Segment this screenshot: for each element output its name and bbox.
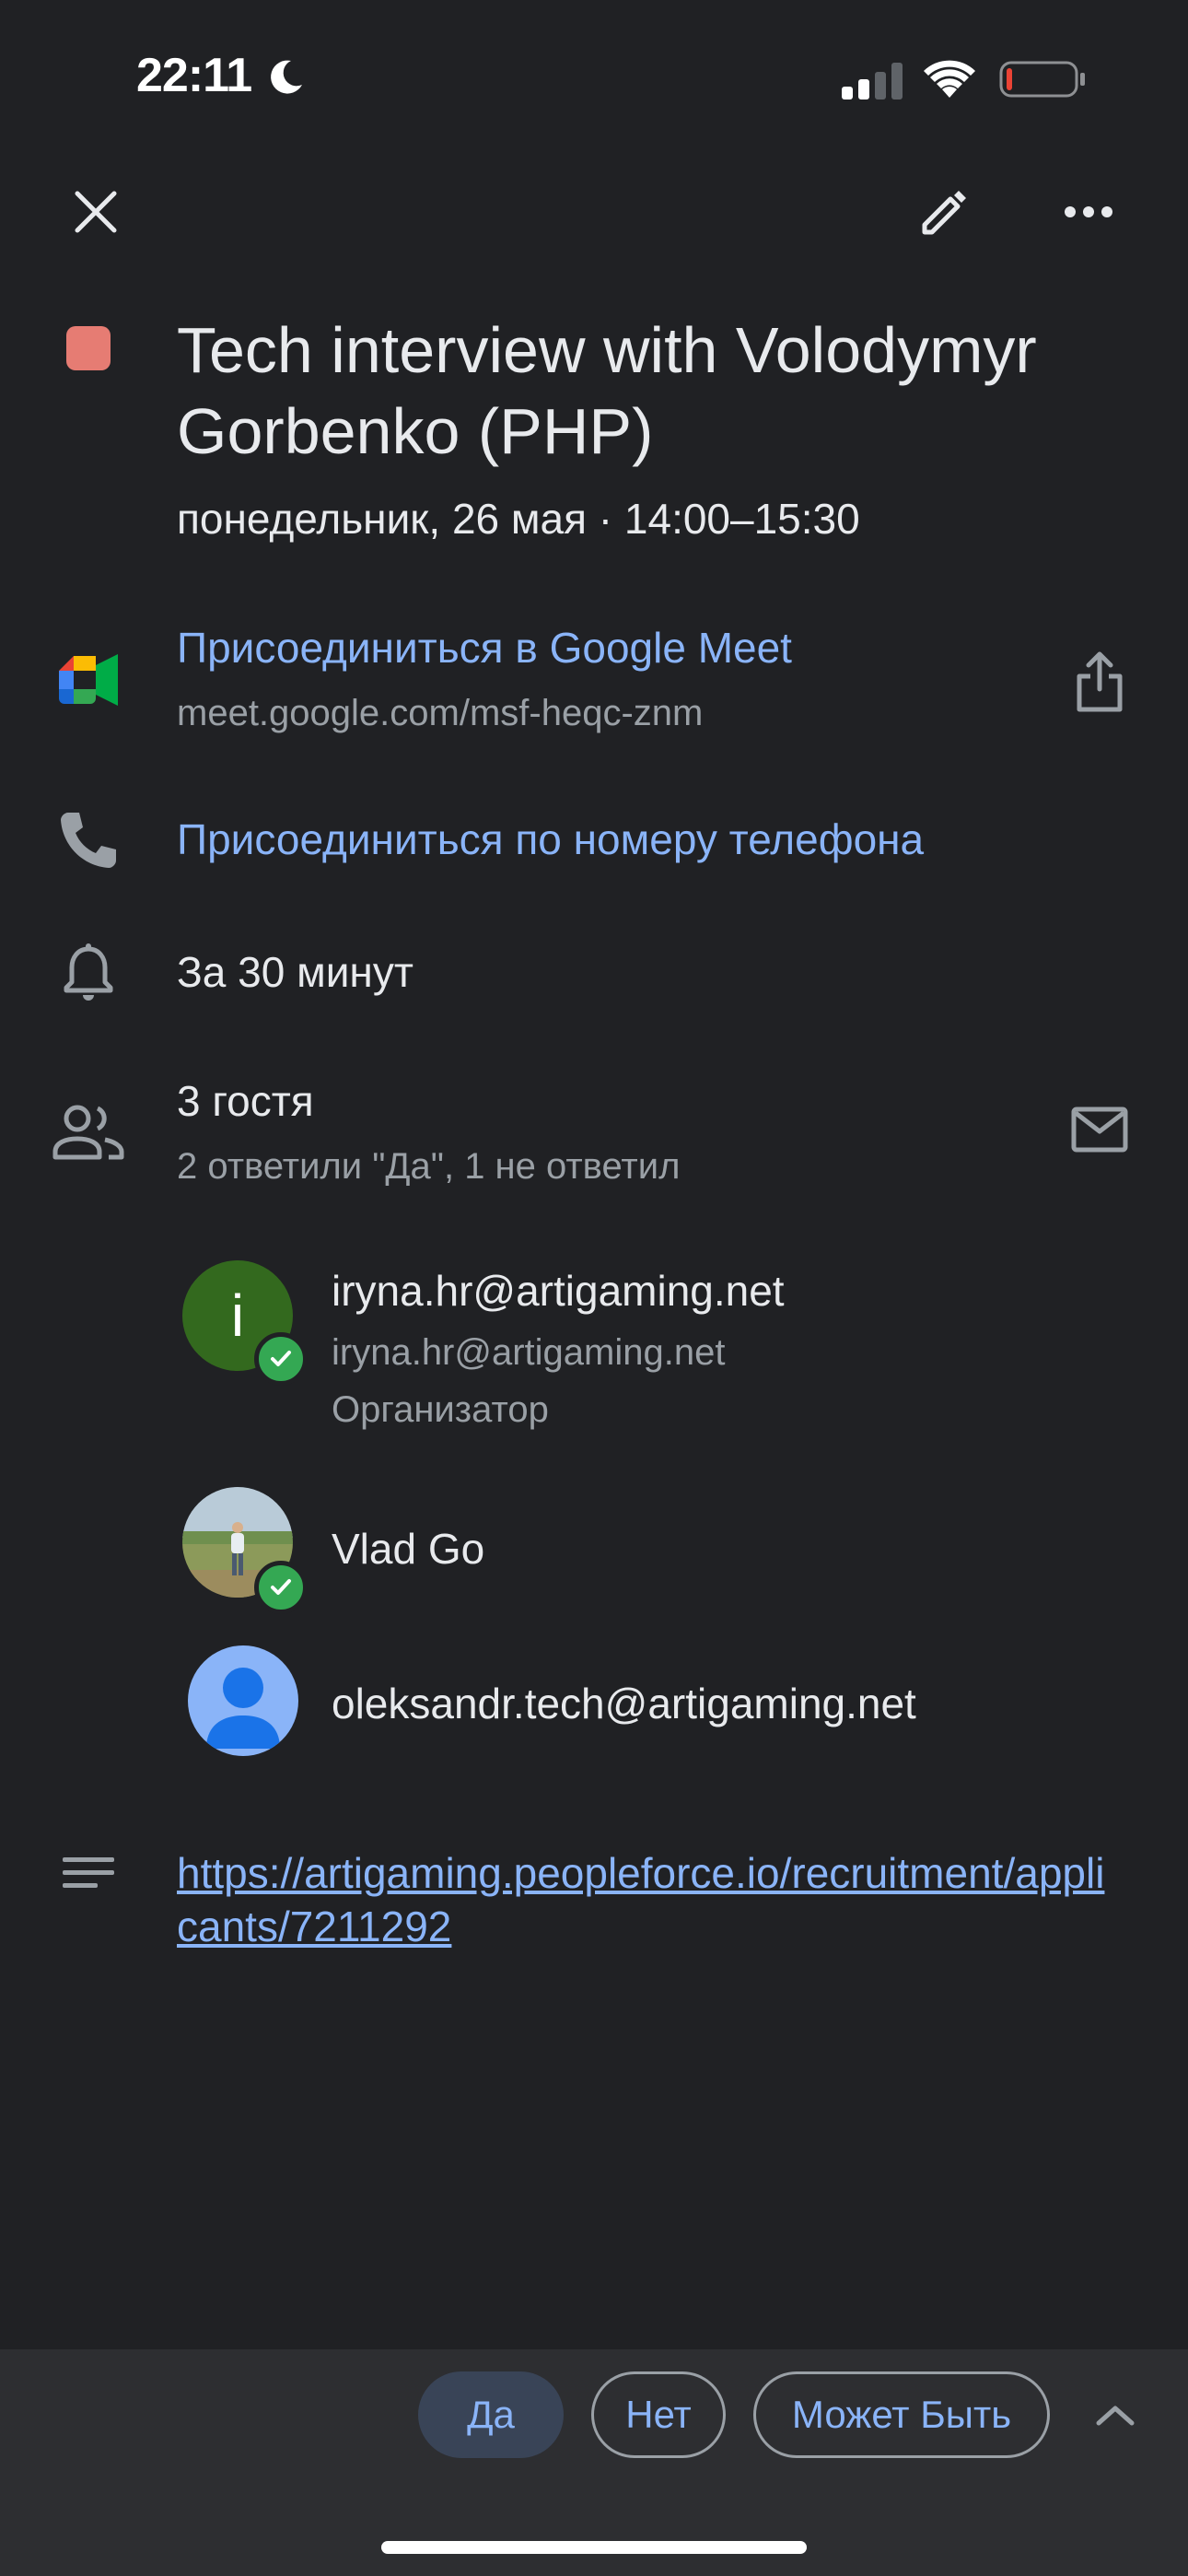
description-icon [63,1857,114,1888]
join-google-meet-link[interactable]: Присоединиться в Google Meet [177,623,792,673]
guest-name[interactable]: oleksandr.tech@artigaming.net [332,1679,916,1728]
mail-icon [1071,1107,1128,1153]
accepted-check-icon [254,1332,308,1386]
google-meet-icon [59,654,118,706]
more-horizontal-icon [1065,206,1112,217]
description-link[interactable]: https://artigaming.peopleforce.io/recrui… [177,1846,1125,1953]
status-time: 22:11 [136,49,252,102]
share-icon [1077,651,1123,712]
people-icon [52,1105,124,1160]
guests-response-summary: 2 ответили "Да", 1 не ответил [177,1146,681,1187]
guest-name[interactable]: iryna.hr@artigaming.net [332,1266,785,1316]
pencil-icon [922,191,966,235]
default-person-icon [206,1668,280,1749]
event-title: Tech interview with Volodymyr Gorbenko (… [177,314,1037,467]
share-button[interactable] [1059,641,1140,722]
accepted-check-icon [254,1561,308,1614]
rsvp-maybe-button[interactable]: Может Быть [753,2371,1050,2458]
guest-name[interactable]: Vlad Go [332,1524,484,1574]
reminder-text[interactable]: За 30 минут [177,947,413,997]
bell-icon [64,943,113,1001]
meet-url: meet.google.com/msf-heqc-znm [177,693,704,733]
close-icon [75,191,117,233]
join-by-phone-link[interactable]: Присоединиться по номеру телефона [177,814,924,864]
cellular-signal-icon [842,63,903,100]
close-button[interactable] [55,171,136,252]
home-indicator [381,2541,807,2554]
more-options-button[interactable] [1048,171,1129,252]
phone-icon [61,813,116,868]
expand-button[interactable] [1074,2373,1157,2456]
edit-button[interactable] [903,171,984,252]
rsvp-yes-button[interactable]: Да [418,2371,564,2458]
guest-email: iryna.hr@artigaming.net [332,1332,726,1373]
wifi-icon [924,60,975,98]
chevron-up-icon [1096,2406,1135,2426]
event-color-chip [66,326,111,370]
guest-role: Организатор [332,1389,549,1430]
event-datetime: понедельник, 26 мая · 14:00–15:30 [177,495,860,543]
guest-avatar-oleksandr[interactable] [188,1645,298,1756]
moon-icon [271,60,302,94]
rsvp-no-button[interactable]: Нет [591,2371,726,2458]
email-guests-button[interactable] [1059,1089,1140,1170]
battery-icon [999,61,1085,98]
guests-count: 3 гостя [177,1077,314,1125]
